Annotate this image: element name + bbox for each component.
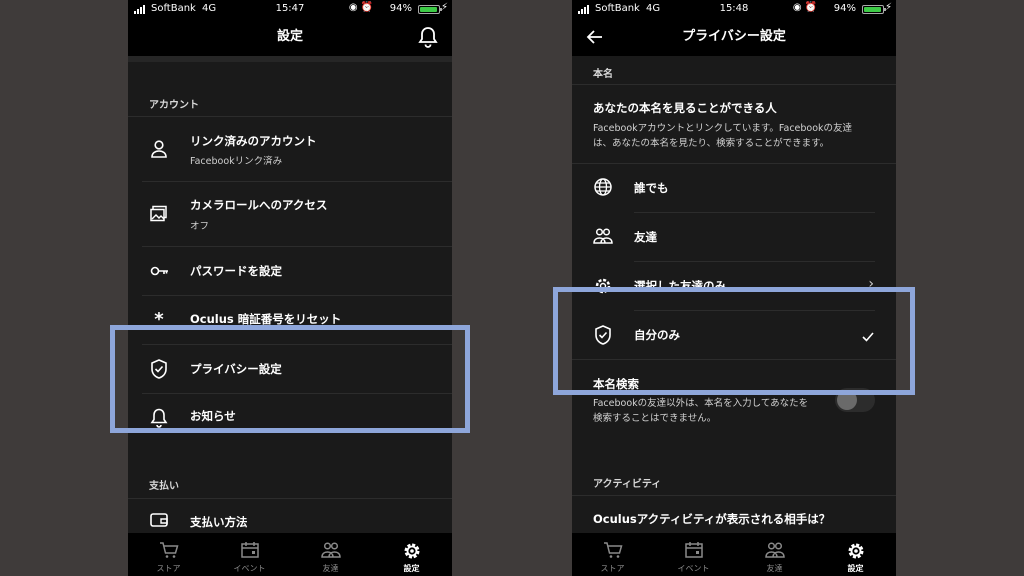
option-label: 友達 (634, 230, 657, 244)
row-payment-method[interactable]: 支払い方法 (128, 499, 452, 535)
wallet-icon (149, 511, 169, 531)
tab-label: 友達 (766, 564, 783, 573)
option-everyone[interactable]: 誰でも (572, 164, 896, 212)
battery-icon (862, 5, 886, 14)
tab-store[interactable]: ストア (572, 533, 653, 576)
highlight-box-only-me (553, 287, 915, 395)
tab-label: イベント (677, 564, 710, 573)
tab-friends[interactable]: 友達 (290, 533, 371, 576)
page-title: プライバシー設定 (682, 29, 786, 44)
tab-events[interactable]: イベント (209, 533, 290, 576)
person-icon (149, 139, 169, 159)
battery-icon (418, 5, 442, 14)
charging-icon: ⚡ (884, 2, 892, 13)
divider (572, 84, 896, 85)
tab-settings[interactable]: 設定 (815, 533, 896, 576)
tab-label: イベント (233, 564, 266, 573)
option-label: 誰でも (634, 181, 669, 195)
back-arrow-icon[interactable] (586, 28, 604, 50)
real-name-title: あなたの本名を見ることができる人 (593, 101, 777, 115)
option-friends[interactable]: 友達 (572, 213, 896, 261)
tab-settings[interactable]: 設定 (371, 533, 452, 576)
friends-icon (321, 542, 341, 558)
highlight-box-privacy-notify (110, 325, 470, 433)
tab-label: 設定 (847, 564, 864, 573)
charging-icon: ⚡ (440, 2, 448, 13)
battery-percent: 94% (833, 3, 856, 14)
row-label: カメラロールへのアクセス (190, 198, 328, 212)
page-title: 設定 (276, 29, 303, 44)
nav-bar: 設定 (128, 18, 452, 56)
alarm-icon: ◉⏰ (348, 2, 376, 13)
section-real-name: 本名 (593, 69, 613, 80)
cart-icon (160, 542, 179, 558)
divider (572, 495, 896, 496)
tab-friends[interactable]: 友達 (734, 533, 815, 576)
tab-label: ストア (600, 564, 625, 573)
section-activity: アクティビティ (593, 479, 662, 490)
bell-icon[interactable] (418, 26, 438, 52)
section-account: アカウント (149, 100, 199, 111)
tab-label: 友達 (322, 564, 339, 573)
tab-store[interactable]: ストア (128, 533, 209, 576)
gear-icon (404, 543, 420, 559)
calendar-icon (241, 542, 259, 558)
tab-label: ストア (156, 564, 181, 573)
gear-icon (848, 543, 864, 559)
nav-shadow (128, 56, 452, 62)
row-camera-roll[interactable]: カメラロールへのアクセス オフ (128, 182, 452, 246)
calendar-icon (685, 542, 703, 558)
key-icon (149, 261, 169, 281)
row-sublabel: オフ (190, 221, 210, 232)
activity-visibility-row[interactable]: Oculusアクティビティが表示される相手は？ (593, 511, 830, 527)
real-name-description: Facebookアカウントとリンクしています。Facebookの友達は、あなたの… (593, 123, 853, 149)
row-label: 支払い方法 (190, 515, 248, 529)
row-label: パスワードを設定 (190, 264, 282, 278)
tab-bar: ストア イベント 友達 設定 (572, 533, 896, 576)
row-set-password[interactable]: パスワードを設定 (128, 247, 452, 295)
tab-label: 設定 (403, 564, 420, 573)
nav-bar: プライバシー設定 (572, 18, 896, 56)
real-name-search-description: Facebookの友達以外は、本名を入力してあなたを検索することはできません。 (593, 398, 809, 424)
friends-icon (593, 227, 613, 247)
status-bar: SoftBank 4G 15:48 ◉⏰ 94% ⚡ (572, 0, 896, 18)
tab-bar: ストア イベント 友達 設定 (128, 533, 452, 576)
settings-screen: SoftBank 4G 15:47 ◉⏰ 94% ⚡ 設定 アカウント リンク済… (128, 0, 452, 576)
tab-events[interactable]: イベント (653, 533, 734, 576)
friends-icon (765, 542, 785, 558)
row-sublabel: Facebookリンク済み (190, 156, 283, 167)
row-linked-accounts[interactable]: リンク済みのアカウント Facebookリンク済み (128, 117, 452, 181)
status-bar: SoftBank 4G 15:47 ◉⏰ 94% ⚡ (128, 0, 452, 18)
section-payment: 支払い (149, 481, 179, 492)
cart-icon (604, 542, 623, 558)
row-label: リンク済みのアカウント (190, 134, 317, 148)
photo-icon (149, 204, 169, 224)
alarm-icon: ◉⏰ (792, 2, 820, 13)
globe-icon (593, 177, 613, 197)
battery-percent: 94% (389, 3, 412, 14)
